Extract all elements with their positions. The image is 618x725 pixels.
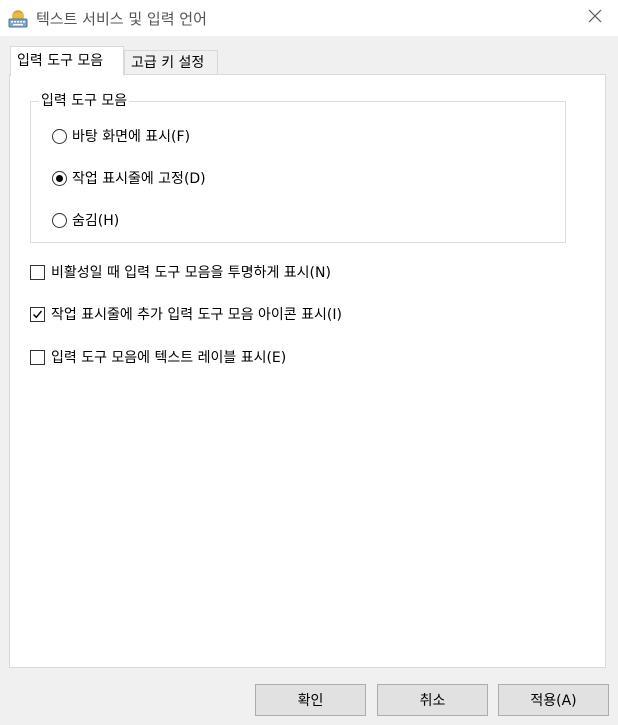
ok-button[interactable]: 확인 [255,684,366,716]
cancel-button[interactable]: 취소 [377,684,488,716]
checkbox[interactable] [30,349,45,365]
radio-hidden[interactable]: 숨김(H) [52,210,119,230]
tab-language-bar[interactable]: 입력 도구 모음 [10,46,124,76]
checkbox-label: 입력 도구 모음에 텍스트 레이블 표시(E) [51,350,287,366]
close-button[interactable] [572,0,618,36]
radio-label: 바탕 화면에 표시(F) [72,129,191,145]
checkbox-label: 비활성일 때 입력 도구 모음을 투명하게 표시(N) [51,265,331,281]
apply-button-label: 적용(A) [530,693,577,709]
checkbox-additional-taskbar-icons[interactable]: 작업 표시줄에 추가 입력 도구 모음 아이콘 표시(I) [30,304,342,324]
apply-button[interactable]: 적용(A) [498,684,609,716]
radio-button[interactable] [52,212,67,228]
radio-show-on-desktop[interactable]: 바탕 화면에 표시(F) [52,126,190,146]
tab-advanced-key-settings[interactable]: 고급 키 설정 [124,50,218,76]
tab-panel: 입력 도구 모음 바탕 화면에 표시(F) 작업 표시줄에 고정(D) 숨김(H… [9,74,606,668]
window-title: 텍스트 서비스 및 입력 언어 [36,10,207,28]
checkbox-label: 작업 표시줄에 추가 입력 도구 모음 아이콘 표시(I) [51,307,342,323]
groupbox-legend: 입력 도구 모음 [39,92,130,110]
checkbox[interactable] [30,306,45,322]
close-icon [588,9,602,27]
checkmark-icon [33,310,43,318]
tab-label: 고급 키 설정 [131,55,205,71]
radio-label: 숨김(H) [72,213,120,229]
language-bar-groupbox: 입력 도구 모음 바탕 화면에 표시(F) 작업 표시줄에 고정(D) 숨김(H… [30,92,566,243]
tab-label: 입력 도구 모음 [17,53,104,69]
title-bar: 텍스트 서비스 및 입력 언어 [0,0,618,36]
radio-button[interactable] [52,170,67,186]
ok-button-label: 확인 [297,693,324,709]
cancel-button-label: 취소 [419,693,446,709]
checkbox[interactable] [30,264,45,280]
checkbox-text-labels[interactable]: 입력 도구 모음에 텍스트 레이블 표시(E) [30,347,286,367]
radio-button[interactable] [52,128,67,144]
radio-dock-in-taskbar[interactable]: 작업 표시줄에 고정(D) [52,168,206,188]
radio-label: 작업 표시줄에 고정(D) [72,171,206,187]
checkbox-transparent-when-inactive[interactable]: 비활성일 때 입력 도구 모음을 투명하게 표시(N) [30,262,331,282]
keyboard-globe-icon [8,8,28,28]
